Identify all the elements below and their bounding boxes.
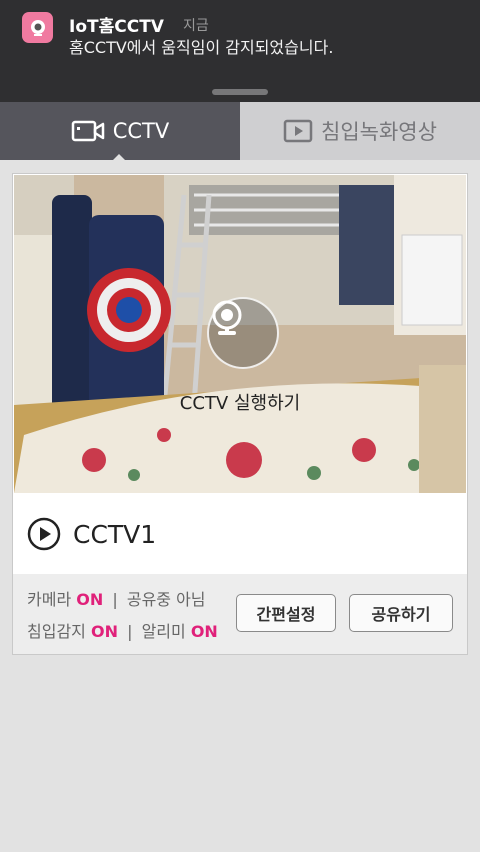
tab-bar: CCTV 침입녹화영상 — [0, 102, 480, 162]
video-play-icon — [283, 119, 313, 143]
status-line-camera: 카메라 ON | 공유중 아님 — [27, 586, 206, 610]
separator: | — [112, 590, 118, 609]
webcam-icon — [212, 300, 242, 335]
camera-status-value: ON — [76, 590, 104, 609]
quick-settings-button[interactable]: 간편설정 — [236, 594, 336, 632]
notification-time: 지금 — [183, 18, 209, 34]
intrusion-status-value: ON — [90, 622, 118, 641]
active-tab-indicator — [111, 154, 127, 162]
intrusion-status-label: 침입감지 — [27, 622, 86, 641]
alarm-status-value: ON — [190, 622, 218, 641]
tab-intrusion-recordings[interactable]: 침입녹화영상 — [240, 102, 480, 160]
app-icon — [22, 12, 53, 43]
cctv-run-button[interactable] — [207, 297, 279, 369]
cctv-run-label[interactable]: CCTV 실행하기 — [14, 389, 466, 415]
separator: | — [127, 622, 133, 641]
play-circle-icon[interactable] — [27, 517, 61, 551]
camera-status-label: 카메라 — [27, 590, 72, 609]
notification-message: 홈CCTV에서 움직임이 감지되었습니다. — [69, 38, 334, 57]
status-area: 카메라 ON | 공유중 아님 침입감지 ON | 알리미 ON 간편설정 공유… — [13, 574, 467, 654]
tab-cctv-label: CCTV — [112, 119, 170, 143]
camera-preview-image[interactable]: CCTV 실행하기 — [14, 175, 466, 493]
camera-card: CCTV 실행하기 CCTV1 카메라 ON | 공유중 아님 침입감지 ON … — [12, 173, 468, 655]
sharing-status: 공유중 아님 — [126, 590, 206, 609]
tab-cctv[interactable]: CCTV — [0, 102, 240, 160]
device-row[interactable]: CCTV1 — [13, 494, 467, 574]
tab-recordings-label: 침입녹화영상 — [321, 120, 437, 144]
status-line-intrusion: 침입감지 ON | 알리미 ON — [27, 618, 218, 642]
share-button[interactable]: 공유하기 — [349, 594, 453, 632]
camera-icon — [71, 119, 105, 143]
alarm-status-label: 알리미 — [141, 622, 186, 641]
drag-handle[interactable] — [212, 89, 268, 95]
notification-panel[interactable]: IoT홈CCTV 지금 홈CCTV에서 움직임이 감지되었습니다. — [0, 0, 480, 102]
device-name: CCTV1 — [73, 519, 157, 549]
